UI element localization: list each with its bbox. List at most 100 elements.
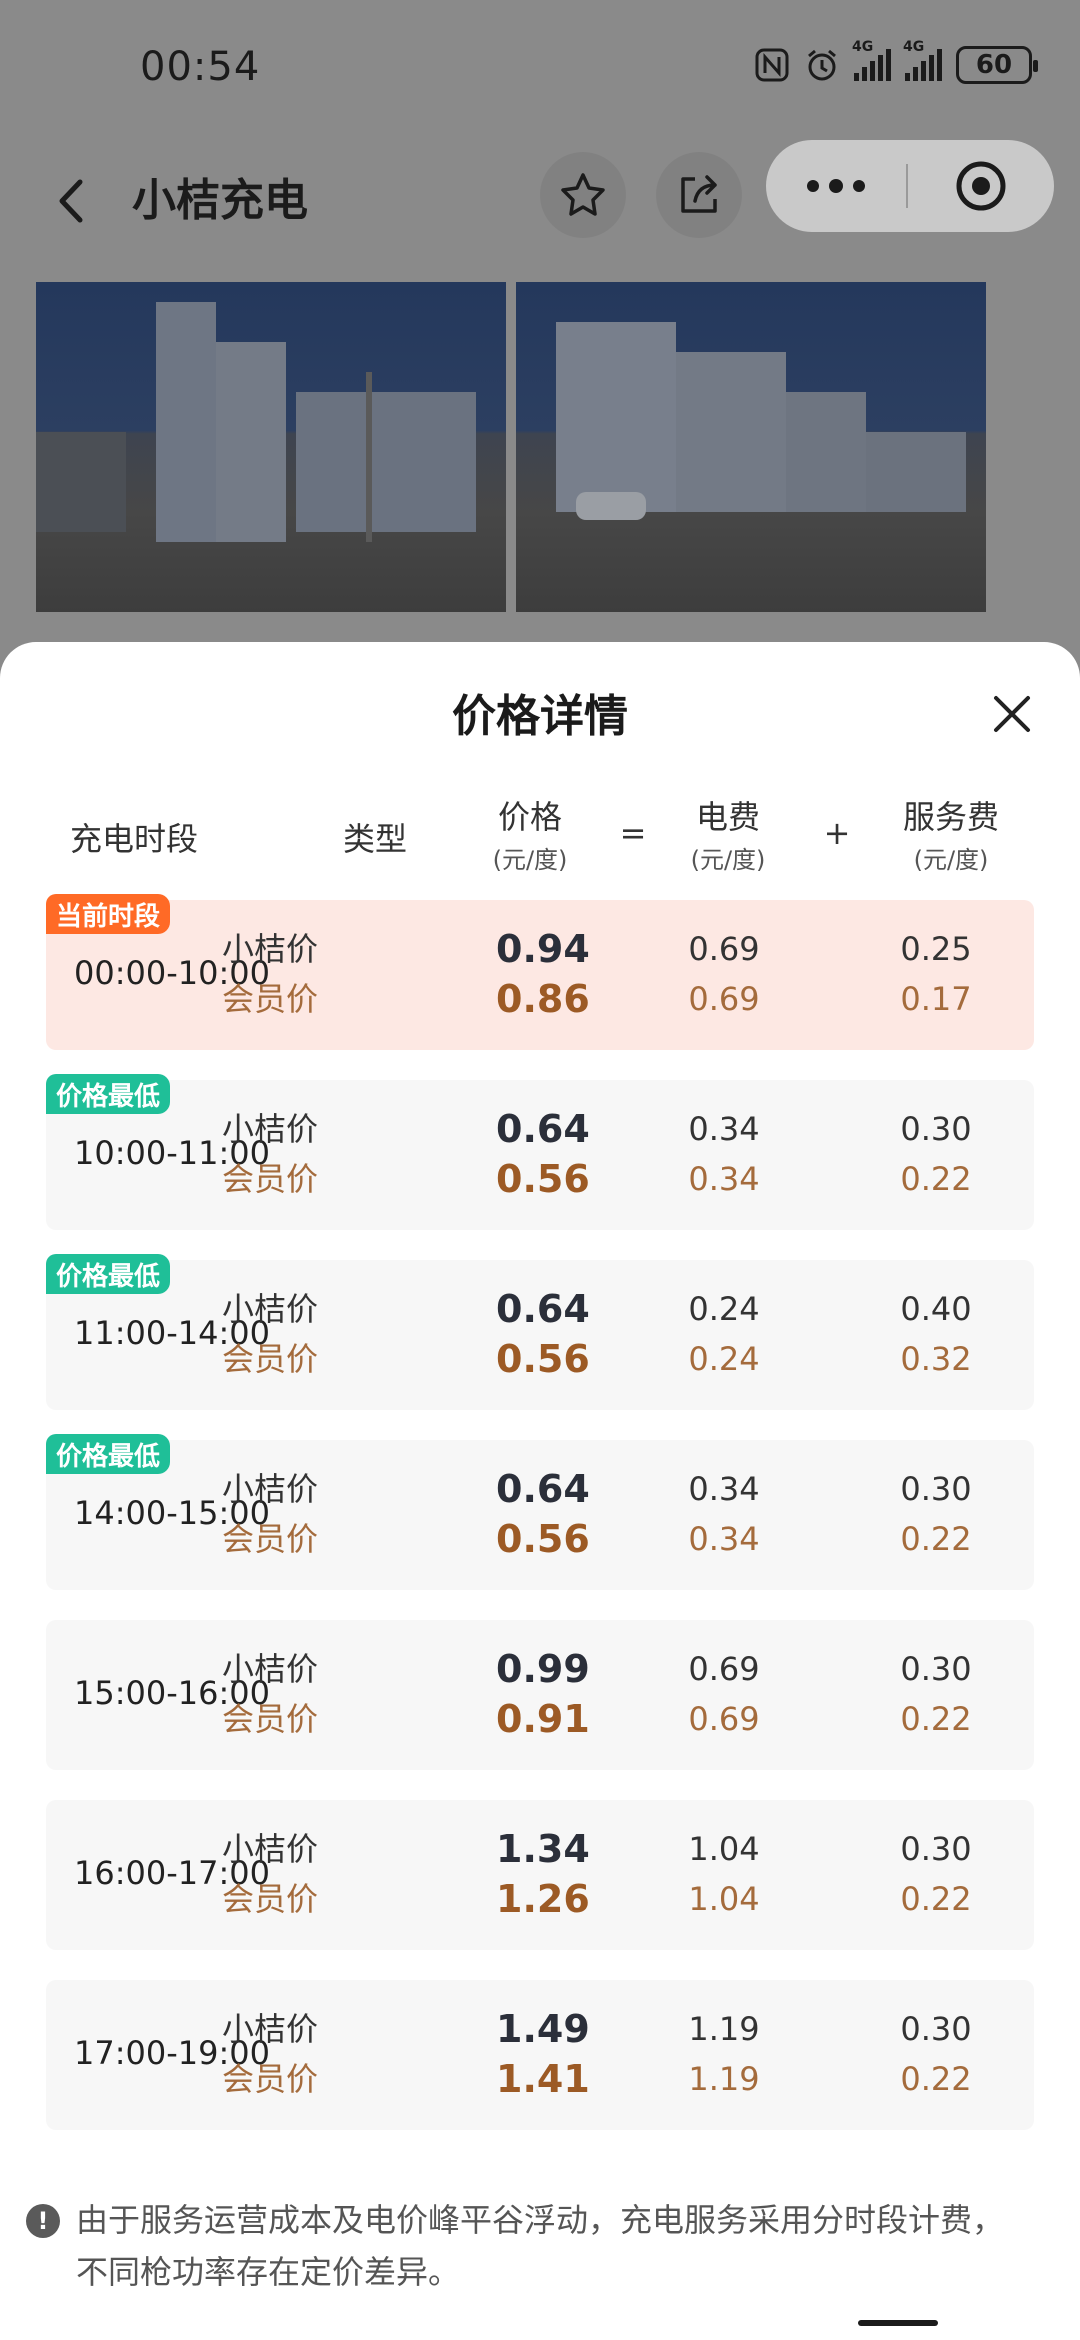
- back-button[interactable]: [56, 166, 106, 236]
- service-fee-member: 0.22: [900, 1880, 972, 1918]
- header-type: 类型: [342, 820, 407, 858]
- close-button[interactable]: [980, 682, 1044, 746]
- network-type: 4G: [852, 39, 874, 55]
- type-member: 会员价: [222, 1160, 319, 1198]
- type-cell: 小桔价 会员价: [222, 1464, 318, 1564]
- star-icon: [561, 173, 605, 216]
- type-cell: 小桔价 会员价: [222, 1284, 318, 1384]
- table-row: 价格最低 14:00-15:00 小桔价 会员价 0.64 0.56 0.34 0.34 0.3…: [46, 1434, 1034, 1590]
- header-service: 服务费 (元/度): [902, 798, 999, 874]
- service-fee-standard: 0.30: [900, 1830, 972, 1868]
- header-equals: =: [619, 814, 647, 852]
- home-indicator[interactable]: [858, 2320, 938, 2326]
- header-plus: +: [823, 814, 851, 852]
- type-cell: 小桔价 会员价: [222, 1644, 318, 1744]
- type-standard: 小桔价: [222, 1650, 319, 1688]
- battery-level: 60: [975, 50, 1013, 80]
- service-fee-cell: 0.40 0.32: [876, 1284, 996, 1384]
- type-member: 会员价: [222, 1520, 319, 1558]
- share-button[interactable]: [656, 152, 742, 238]
- chevron-left-icon: [59, 179, 83, 223]
- type-member: 会员价: [222, 1880, 319, 1918]
- header-electricity: 电费 (元/度): [690, 798, 766, 874]
- favorite-button[interactable]: [540, 152, 626, 238]
- service-fee-member: 0.22: [900, 1700, 972, 1738]
- price-member: 0.56: [496, 1157, 590, 1201]
- price-member: 0.56: [496, 1337, 590, 1381]
- type-cell: 小桔价 会员价: [222, 2004, 318, 2104]
- status-bar: 00:54 4G 4G 60: [0, 0, 1080, 140]
- target-icon: [956, 161, 1006, 211]
- electricity-fee-standard: 1.04: [688, 1830, 760, 1868]
- more-button[interactable]: [766, 179, 906, 193]
- type-member: 会员价: [222, 980, 319, 1018]
- lowest-price-badge: 价格最低: [46, 1254, 171, 1294]
- type-cell: 小桔价 会员价: [222, 924, 318, 1024]
- price-cell: 0.64 0.56: [496, 1104, 590, 1204]
- price-standard: 1.49: [496, 2007, 590, 2051]
- exit-miniprogram-button[interactable]: [908, 159, 1054, 213]
- info-icon: !: [26, 2204, 60, 2238]
- price-standard: 0.94: [496, 927, 590, 971]
- electricity-fee-cell: 1.04 1.04: [664, 1824, 784, 1924]
- price-cell: 0.64 0.56: [496, 1464, 590, 1564]
- service-fee-member: 0.22: [900, 2060, 972, 2098]
- sheet-title: 价格详情: [452, 691, 628, 742]
- service-fee-standard: 0.25: [900, 930, 972, 968]
- electricity-fee-cell: 0.24 0.24: [664, 1284, 784, 1384]
- table-row: 价格最低 11:00-14:00 小桔价 会员价 0.64 0.56 0.24 0.24 0.4…: [46, 1254, 1034, 1410]
- table-row: 当前时段 00:00-10:00 小桔价 会员价 0.94 0.86 0.69 0.69 0.2…: [46, 894, 1034, 1050]
- price-standard: 0.64: [496, 1107, 590, 1151]
- electricity-fee-cell: 0.69 0.69: [664, 924, 784, 1024]
- service-fee-standard: 0.40: [900, 1290, 972, 1328]
- station-photos: [36, 282, 986, 612]
- service-fee-member: 0.22: [900, 1160, 972, 1198]
- service-fee-cell: 0.30 0.22: [876, 2004, 996, 2104]
- signal-icon-2: 4G: [903, 39, 942, 81]
- electricity-fee-standard: 0.34: [688, 1470, 760, 1508]
- price-cell: 1.34 1.26: [496, 1824, 590, 1924]
- page-title: 小桔充电: [132, 175, 308, 226]
- service-fee-member: 0.22: [900, 1520, 972, 1558]
- price-member: 1.41: [496, 2057, 590, 2101]
- table-row: 15:00-16:00 小桔价 会员价 0.99 0.91 0.69 0.69 0.30 0.2…: [46, 1620, 1034, 1770]
- service-fee-cell: 0.30 0.22: [876, 1824, 996, 1924]
- type-standard: 小桔价: [222, 1470, 319, 1508]
- electricity-fee-member: 0.69: [688, 1700, 760, 1738]
- electricity-fee-member: 0.34: [688, 1160, 760, 1198]
- electricity-fee-standard: 1.19: [688, 2010, 760, 2048]
- price-standard: 1.34: [496, 1827, 590, 1871]
- table-row: 17:00-19:00 小桔价 会员价 1.49 1.41 1.19 1.19 0.30 0.2…: [46, 1980, 1034, 2130]
- type-member: 会员价: [222, 1700, 319, 1738]
- electricity-fee-member: 1.04: [688, 1880, 760, 1918]
- price-member: 0.56: [496, 1517, 590, 1561]
- electricity-fee-cell: 1.19 1.19: [664, 2004, 784, 2104]
- table-header: 充电时段 类型 价格 (元/度) = 电费 (元/度) + 服务费 (元/度): [0, 792, 1080, 882]
- price-cell: 1.49 1.41: [496, 2004, 590, 2104]
- station-photo[interactable]: [36, 282, 506, 612]
- electricity-fee-cell: 0.69 0.69: [664, 1644, 784, 1744]
- station-photo[interactable]: [516, 282, 986, 612]
- electricity-fee-member: 0.24: [688, 1340, 760, 1378]
- price-cell: 0.64 0.56: [496, 1284, 590, 1384]
- service-fee-cell: 0.25 0.17: [876, 924, 996, 1024]
- electricity-fee-standard: 0.69: [688, 1650, 760, 1688]
- current-period-badge: 当前时段: [46, 894, 171, 934]
- price-detail-sheet: 价格详情 充电时段 类型 价格 (元/度) = 电费 (元/度) + 服务费 (元/度…: [0, 642, 1080, 2340]
- type-member: 会员价: [222, 1340, 319, 1378]
- price-member: 0.91: [496, 1697, 590, 1741]
- miniprogram-capsule: [766, 140, 1054, 232]
- price-cell: 0.99 0.91: [496, 1644, 590, 1744]
- footer-text: 由于服务运营成本及电价峰平谷浮动，充电服务采用分时段计费，不同枪功率存在定价差异…: [76, 2201, 1005, 2291]
- type-cell: 小桔价 会员价: [222, 1824, 318, 1924]
- service-fee-cell: 0.30 0.22: [876, 1104, 996, 1204]
- price-member: 1.26: [496, 1877, 590, 1921]
- service-fee-member: 0.17: [900, 980, 972, 1018]
- electricity-fee-member: 1.19: [688, 2060, 760, 2098]
- electricity-fee-standard: 0.69: [688, 930, 760, 968]
- service-fee-standard: 0.30: [900, 1110, 972, 1148]
- price-table: 当前时段 00:00-10:00 小桔价 会员价 0.94 0.86 0.69 0.69 0.2…: [46, 894, 1034, 2160]
- electricity-fee-member: 0.34: [688, 1520, 760, 1558]
- electricity-fee-standard: 0.34: [688, 1110, 760, 1148]
- electricity-fee-standard: 0.24: [688, 1290, 760, 1328]
